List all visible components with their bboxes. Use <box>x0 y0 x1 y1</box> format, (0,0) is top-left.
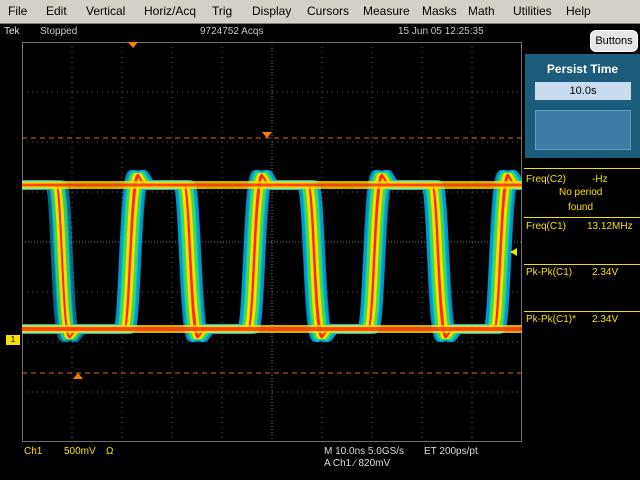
menu-math[interactable]: Math <box>468 4 495 18</box>
brand-label: Tek <box>4 26 20 37</box>
menu-file[interactable]: File <box>8 4 27 18</box>
channel-name[interactable]: Ch1 <box>24 446 42 457</box>
date-time: 15 Jun 05 12:25:35 <box>398 26 484 37</box>
menu-cursors[interactable]: Cursors <box>307 4 349 18</box>
ground-marker-label: 1 <box>10 335 16 344</box>
lower-cursor-marker <box>73 373 83 379</box>
meas-pkpk-c1-value: 2.34V <box>592 267 619 278</box>
menu-edit[interactable]: Edit <box>46 4 67 18</box>
trigger-level-arrow[interactable] <box>510 248 522 256</box>
meas-pkpk-c1-label: Pk-Pk(C1) <box>526 267 573 278</box>
acquisition-count: 9724752 Acqs <box>200 26 264 37</box>
menu-help[interactable]: Help <box>566 4 591 18</box>
menu-bar: File Edit Vertical Horiz/Acq Trig Displa… <box>0 0 640 24</box>
meas-divider-4 <box>524 311 640 312</box>
run-state: Stopped <box>40 26 78 37</box>
trigger-readout[interactable]: A Ch1 ∕ 820mV <box>324 458 390 469</box>
meas-freq-c2-note-2: found <box>568 202 594 213</box>
waveform-display[interactable] <box>22 42 522 442</box>
menu-horiz-acq[interactable]: Horiz/Acq <box>144 4 196 18</box>
meas-freq-c2-value: -Hz <box>592 174 608 185</box>
buttons-button[interactable]: Buttons <box>590 30 638 52</box>
menu-vertical[interactable]: Vertical <box>86 4 125 18</box>
trigger-position-marker <box>128 42 138 48</box>
meas-freq-c2-note: No period <box>559 187 603 198</box>
meas-freq-c1-label: Freq(C1) <box>526 221 567 232</box>
meas-pkpk-c1-star-value: 2.34V <box>592 314 619 325</box>
equivalent-time-resolution: ET 200ps/pt <box>424 446 478 457</box>
persist-time-field[interactable]: 10.0s <box>535 82 631 100</box>
horizontal-timebase[interactable]: M 10.0ns 5.0GS/s <box>324 446 404 457</box>
channel-scale[interactable]: 500mV <box>64 446 96 457</box>
meas-pkpk-c1-star-label: Pk-Pk(C1)* <box>526 314 577 325</box>
menu-trig[interactable]: Trig <box>212 4 232 18</box>
channel-coupling: Ω <box>106 446 114 457</box>
persist-time-panel: Persist Time 10.0s <box>525 54 640 158</box>
menu-utilities[interactable]: Utilities <box>513 4 552 18</box>
status-bar: Tek Stopped 9724752 Acqs 15 Jun 05 12:25… <box>0 24 525 40</box>
menu-measure[interactable]: Measure <box>363 4 410 18</box>
channel-ground-marker[interactable]: 1 <box>6 335 20 345</box>
meas-freq-c1-value: 13.12MHz <box>587 221 633 232</box>
meas-divider-1 <box>524 168 640 169</box>
menu-masks[interactable]: Masks <box>422 4 457 18</box>
meas-freq-c2-label: Freq(C2) <box>526 174 567 185</box>
meas-divider-3 <box>524 264 640 265</box>
persist-time-title: Persist Time <box>546 62 619 76</box>
menu-display[interactable]: Display <box>252 4 291 18</box>
persist-control-blank[interactable] <box>535 110 631 150</box>
meas-divider-2 <box>524 217 640 218</box>
upper-cursor-marker <box>262 132 272 138</box>
